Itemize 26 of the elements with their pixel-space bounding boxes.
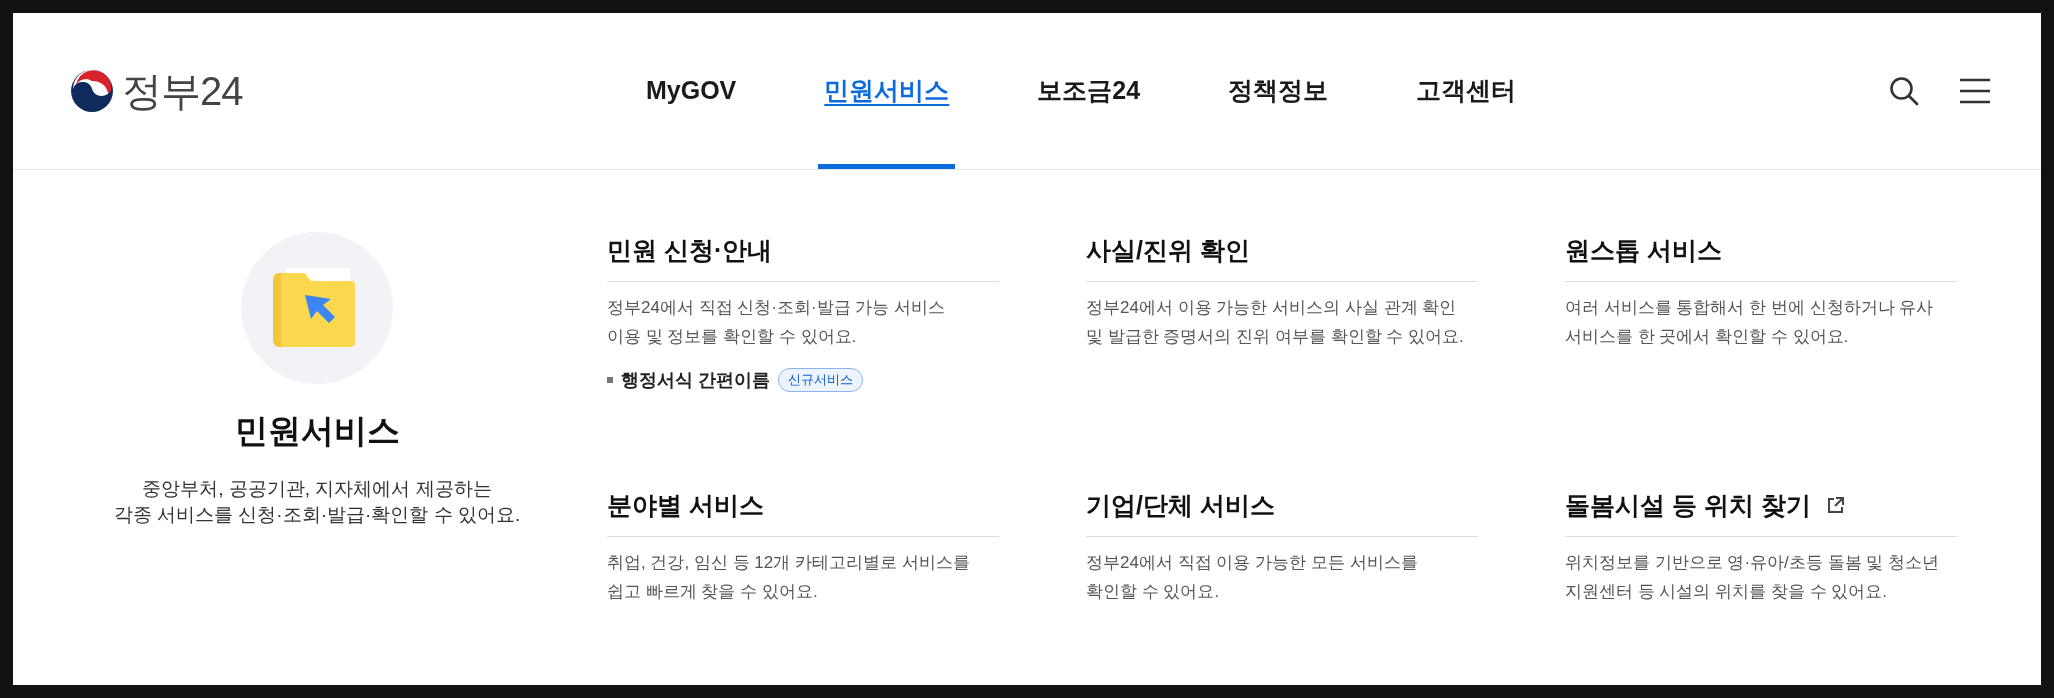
nav-tab[interactable]: 민원서비스 — [818, 13, 956, 169]
search-icon[interactable] — [1889, 76, 1919, 106]
new-service-tag: 신규서비스 — [778, 368, 863, 392]
site-logo-text[interactable]: 정부24 — [122, 61, 243, 121]
nav-tab[interactable]: 정책정보 — [1222, 13, 1335, 169]
section-description: 정부24에서 이용 가능한 서비스의 사실 관계 확인 및 발급한 증명서의 진위 여부를 확인할 수 있어요. — [1086, 296, 1465, 348]
panel-title: 민원서비스 — [234, 411, 400, 451]
section-title[interactable]: 분야별 서비스 — [607, 487, 764, 525]
section-description: 취업, 건강, 임신 등 12개 카테고리별로 서비스를 쉽고 빠르게 찾을 수 있어요. — [607, 551, 971, 603]
section-description: 정부24에서 직접 신청·조회·발급 가능 서비스 이용 및 정보를 확인할 수 있어요. — [607, 296, 947, 348]
section-title[interactable]: 사실/진위 확인 — [1086, 232, 1250, 270]
bullet-icon — [607, 377, 613, 383]
nav-tab[interactable]: 보조금24 — [1031, 13, 1147, 169]
section-description: 위치정보를 기반으로 영·유아/초등 돌봄 및 청소년 지원센터 등 시설의 위치를 찾을 수 있어요. — [1565, 551, 1940, 603]
menu-icon[interactable] — [1959, 78, 1991, 104]
section-title[interactable]: 기업/단체 서비스 — [1086, 487, 1275, 525]
section-title[interactable]: 민원 신청·안내 — [607, 232, 773, 270]
section-description: 여러 서비스를 통합해서 한 번에 신청하거나 유사 서비스를 한 곳에서 확인할 수 있어요. — [1565, 296, 1935, 348]
nav-tab[interactable]: MyGOV — [640, 13, 743, 169]
section-description: 정부24에서 직접 이용 가능한 모든 서비스를 확인할 수 있어요. — [1086, 551, 1419, 603]
panel-description: 중앙부처, 공공기관, 지자체에서 제공하는 각종 서비스를 신청·조회·발급·확인할 수 있어요. — [113, 476, 521, 527]
nav-tab[interactable]: 고객센터 — [1410, 13, 1523, 169]
service-link[interactable]: 행정서식 간편이름 — [621, 366, 770, 394]
section-title[interactable]: 원스톱 서비스 — [1565, 232, 1722, 270]
emblem-logo — [70, 69, 114, 113]
section-title[interactable]: 돌봄시설 등 위치 찾기 — [1565, 487, 1811, 525]
